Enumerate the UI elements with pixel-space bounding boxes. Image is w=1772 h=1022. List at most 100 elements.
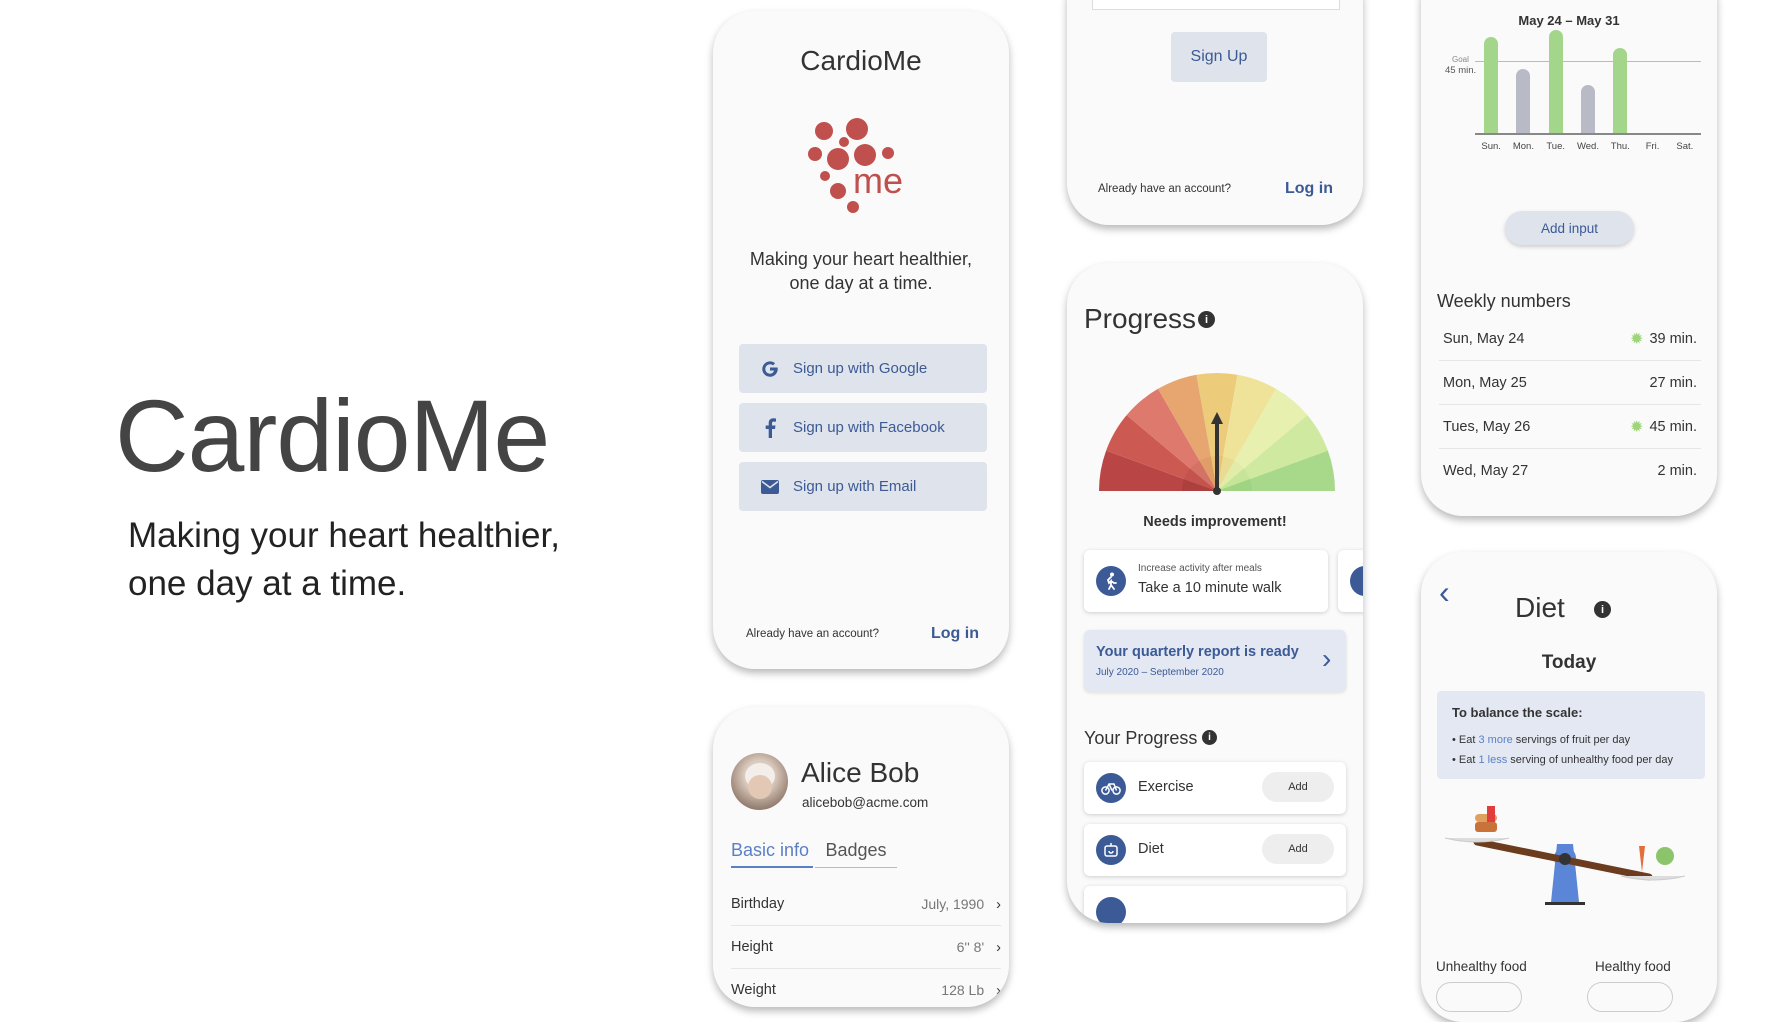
sun-icon: ✹ bbox=[1630, 418, 1644, 436]
goal-value: 45 min. bbox=[1445, 65, 1477, 76]
bar-sun bbox=[1484, 37, 1499, 133]
weekly-row[interactable]: Sun, May 24 ✹ 39 min. bbox=[1439, 317, 1701, 361]
avatar bbox=[731, 753, 788, 810]
report-range: July 2020 – September 2020 bbox=[1096, 667, 1224, 678]
exercise-label: Exercise bbox=[1138, 779, 1194, 795]
progress-row-partial bbox=[1084, 886, 1346, 923]
info-icon[interactable]: i bbox=[1198, 311, 1215, 328]
balance-card: To balance the scale: • Eat 3 more servi… bbox=[1437, 691, 1705, 779]
google-signup-button[interactable]: Sign up with Google bbox=[739, 344, 987, 393]
weekly-day: Mon, May 25 bbox=[1443, 374, 1527, 391]
tab-badges[interactable]: Badges bbox=[815, 840, 897, 868]
chevron-right-icon: › bbox=[996, 982, 1001, 999]
facebook-signup-label: Sign up with Facebook bbox=[793, 419, 945, 436]
password-field[interactable] bbox=[1092, 0, 1340, 10]
bar-wed bbox=[1581, 85, 1595, 133]
progress-gauge bbox=[1099, 373, 1335, 495]
google-icon bbox=[759, 359, 781, 379]
bar-label: Mon. bbox=[1512, 141, 1534, 152]
bar-label: Wed. bbox=[1576, 141, 1599, 152]
signup-button[interactable]: Sign Up bbox=[1171, 32, 1267, 82]
line1-link[interactable]: 3 more bbox=[1479, 734, 1513, 746]
sun-icon: ✹ bbox=[1630, 330, 1644, 348]
tip-text: Take a 10 minute walk bbox=[1138, 580, 1282, 596]
facebook-signup-button[interactable]: Sign up with Facebook bbox=[739, 403, 987, 452]
weekly-row[interactable]: Tues, May 26 ✹ 45 min. bbox=[1439, 405, 1701, 449]
hero-tagline: Making your heart healthier, one day at … bbox=[128, 512, 608, 608]
bar-label: Tue. bbox=[1546, 141, 1566, 152]
birthday-value: July, 1990 bbox=[921, 895, 985, 912]
already-account-text: Already have an account? bbox=[746, 628, 879, 640]
bar-label: Sat. bbox=[1676, 141, 1694, 152]
balance-line-1: • Eat 3 more servings of fruit per day bbox=[1452, 734, 1631, 746]
profile-name: Alice Bob bbox=[801, 757, 920, 788]
tip-card[interactable]: Increase activity after meals Take a 10 … bbox=[1084, 550, 1328, 612]
diet-label: Diet bbox=[1138, 841, 1164, 857]
balance-scale-illustration bbox=[1444, 806, 1686, 905]
back-chevron-icon[interactable]: ‹ bbox=[1439, 576, 1450, 608]
cardiome-logo: me bbox=[808, 118, 903, 213]
unhealthy-stepper[interactable] bbox=[1436, 982, 1522, 1012]
bar-mon bbox=[1516, 69, 1531, 133]
signup-screen: CardioMe me Making your heart healthier,… bbox=[713, 11, 1009, 669]
report-title: Your quarterly report is ready bbox=[1096, 644, 1299, 660]
login-link[interactable]: Log in bbox=[1285, 180, 1333, 198]
info-icon[interactable]: i bbox=[1202, 730, 1217, 745]
bicycle-icon bbox=[1096, 773, 1126, 803]
chevron-right-icon: › bbox=[1322, 643, 1332, 674]
line2-post: serving of unhealthy food per day bbox=[1507, 754, 1673, 766]
height-row[interactable]: Height 6'' 8' › bbox=[731, 926, 1001, 969]
weekly-value: 27 min. bbox=[1649, 374, 1697, 391]
signup-tagline-line1: Making your heart healthier, bbox=[749, 249, 973, 269]
hero-tagline-line1: Making your heart healthier, bbox=[128, 516, 560, 555]
email-signup-screen: Sign Up Already have an account? Log in bbox=[1067, 0, 1363, 225]
weight-row[interactable]: Weight 128 Lb › bbox=[731, 969, 1001, 1007]
weekly-row[interactable]: Mon, May 25 27 min. bbox=[1439, 361, 1701, 405]
mail-icon bbox=[759, 479, 781, 494]
add-exercise-button[interactable]: Add bbox=[1262, 772, 1334, 802]
line2-link[interactable]: 1 less bbox=[1479, 754, 1508, 766]
walking-icon bbox=[1096, 566, 1126, 596]
add-input-button[interactable]: Add input bbox=[1505, 211, 1634, 245]
weekly-value: 45 min. bbox=[1649, 418, 1697, 435]
info-icon[interactable]: i bbox=[1594, 601, 1611, 618]
birthday-row[interactable]: Birthday July, 1990 › bbox=[731, 883, 1001, 926]
weight-value: 128 Lb bbox=[941, 981, 985, 998]
quarterly-report-card[interactable]: Your quarterly report is ready July 2020… bbox=[1084, 630, 1346, 692]
weekly-value: 39 min. bbox=[1649, 330, 1697, 347]
birthday-label: Birthday bbox=[731, 896, 785, 912]
bar-tue bbox=[1548, 30, 1563, 133]
line1-pre: Eat bbox=[1458, 734, 1479, 746]
weekly-row[interactable]: Wed, May 27 2 min. bbox=[1439, 449, 1701, 493]
login-link[interactable]: Log in bbox=[931, 625, 979, 643]
add-diet-button[interactable]: Add bbox=[1262, 834, 1334, 864]
google-signup-label: Sign up with Google bbox=[793, 360, 928, 377]
diet-title: Diet bbox=[1515, 592, 1565, 623]
facebook-icon bbox=[759, 417, 781, 438]
height-value: 6'' 8' bbox=[956, 938, 985, 955]
tip-icon bbox=[1350, 566, 1363, 596]
carrot-icon bbox=[1639, 846, 1645, 872]
email-signup-button[interactable]: Sign up with Email bbox=[739, 462, 987, 511]
signup-tagline: Making your heart healthier, one day at … bbox=[713, 247, 1009, 295]
healthy-stepper[interactable] bbox=[1587, 982, 1673, 1012]
activity-screen: May 24 – May 31 Goal 45 min. Sun. Mon. Tue… bbox=[1421, 0, 1717, 516]
food-icon bbox=[1096, 835, 1126, 865]
next-tip-card[interactable] bbox=[1338, 550, 1363, 612]
hero-title: CardioMe bbox=[115, 379, 550, 493]
line2-pre: Eat bbox=[1458, 754, 1479, 766]
diet-screen: ‹ Diet i Today To balance the scale: • E… bbox=[1421, 552, 1717, 1022]
weekly-day: Wed, May 27 bbox=[1443, 463, 1529, 479]
bar-label: Fri. bbox=[1645, 141, 1660, 152]
weekly-day: Sun, May 24 bbox=[1443, 330, 1525, 347]
app-name: CardioMe bbox=[800, 45, 922, 76]
tab-basic-info[interactable]: Basic info bbox=[731, 840, 813, 868]
today-label: Today bbox=[1541, 652, 1597, 673]
chevron-right-icon: › bbox=[996, 939, 1001, 956]
balance-title: To balance the scale: bbox=[1452, 705, 1583, 720]
bar-labels: Sun. Mon. Tue. Wed. Thu. Fri. Sat. bbox=[1475, 141, 1701, 155]
exercise-row: Exercise Add bbox=[1084, 762, 1346, 814]
signup-tagline-line2: one day at a time. bbox=[789, 273, 933, 293]
weekly-title: Weekly numbers bbox=[1437, 291, 1571, 311]
unhealthy-food-label: Unhealthy food bbox=[1436, 959, 1527, 974]
